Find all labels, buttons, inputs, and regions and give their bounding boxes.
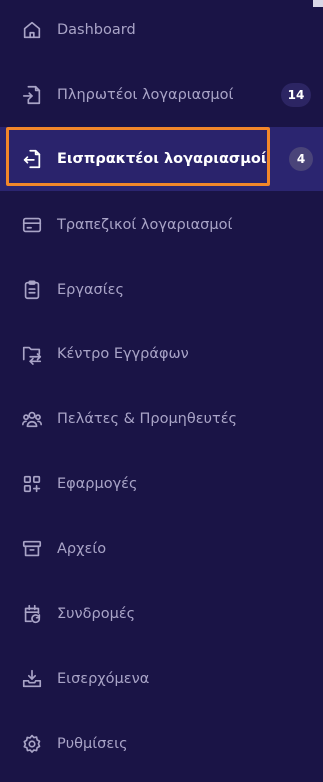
clipboard-icon: [21, 279, 43, 301]
sidebar-item-label: Εφαρμογές: [57, 476, 138, 492]
sidebar-item-document-center[interactable]: Κέντρο Εγγράφων: [0, 322, 323, 386]
sidebar-item-label: Τραπεζικοί λογαριασμοί: [57, 217, 233, 233]
inbox-download-icon: [21, 668, 43, 690]
sidebar-item-bank-accounts[interactable]: Τραπεζικοί λογαριασμοί: [0, 193, 323, 257]
sidebar-item-apps[interactable]: Εφαρμογές: [0, 452, 323, 516]
sidebar-item-dashboard[interactable]: Dashboard: [0, 0, 323, 62]
sidebar-item-label: Συνδρομές: [57, 606, 136, 622]
sidebar-item-customers-suppliers[interactable]: Πελάτες & Προμηθευτές: [0, 387, 323, 451]
count-badge: 4: [289, 147, 313, 171]
credit-card-icon: [21, 214, 43, 236]
sidebar-item-label: Εισερχόμενα: [57, 671, 150, 687]
sidebar-item-settings[interactable]: Ρυθμίσεις: [0, 712, 323, 776]
sidebar-item-label: Αρχείο: [57, 541, 107, 557]
sidebar-item-receivables[interactable]: Εισπρακτέοι λογαριασμοί 4: [0, 127, 323, 191]
sidebar-item-label: Πελάτες & Προμηθευτές: [57, 411, 238, 427]
file-export-icon: [21, 148, 43, 170]
file-import-icon: [21, 84, 43, 106]
sidebar-item-payables[interactable]: Πληρωτέοι λογαριασμοί 14: [0, 63, 323, 127]
sidebar-item-label: Εργασίες: [57, 282, 124, 298]
archive-icon: [21, 538, 43, 560]
sidebar-item-label: Ρυθμίσεις: [57, 736, 128, 752]
settings-gear-icon: [21, 733, 43, 755]
sidebar-item-label: Dashboard: [57, 22, 136, 38]
users-icon: [21, 408, 43, 430]
sidebar-item-label: Εισπρακτέοι λογαριασμοί: [57, 151, 267, 167]
sidebar-item-label: Κέντρο Εγγράφων: [57, 346, 189, 362]
sidebar-item-label: Πληρωτέοι λογαριασμοί: [57, 87, 234, 103]
sidebar-item-archive[interactable]: Αρχείο: [0, 517, 323, 581]
folder-transfer-icon: [21, 343, 43, 365]
calendar-repeat-icon: [21, 603, 43, 625]
sidebar-item-tasks[interactable]: Εργασίες: [0, 258, 323, 322]
apps-add-icon: [21, 473, 43, 495]
sidebar-item-subscriptions[interactable]: Συνδρομές: [0, 582, 323, 646]
count-badge: 14: [281, 83, 311, 107]
home-icon: [21, 19, 43, 41]
sidebar-item-inbox[interactable]: Εισερχόμενα: [0, 647, 323, 711]
